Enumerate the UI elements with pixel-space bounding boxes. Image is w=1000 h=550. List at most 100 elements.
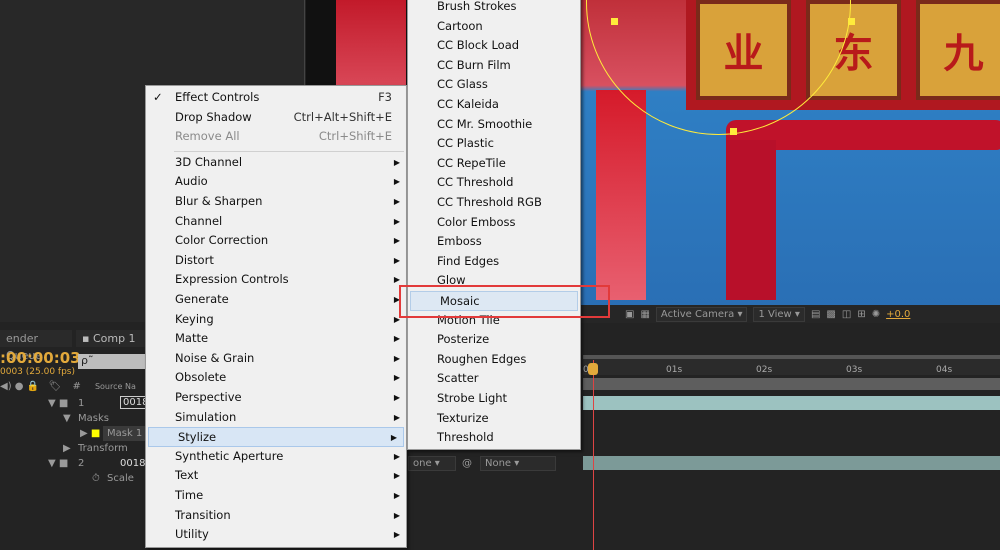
- submenu-item-strobe-light[interactable]: Strobe Light: [408, 389, 580, 409]
- submenu-item-roughen-edges[interactable]: Roughen Edges: [408, 350, 580, 370]
- submenu-item-cc-block-load[interactable]: CC Block Load: [408, 36, 580, 56]
- timeline-icon[interactable]: ◫: [842, 309, 851, 320]
- sign-char: 九: [916, 0, 1000, 100]
- layer-name[interactable]: 0018: [120, 456, 145, 471]
- menu-shortcut: F3: [378, 90, 392, 104]
- banner: [596, 90, 646, 300]
- menu-item-label: 3D Channel: [175, 154, 243, 169]
- submenu-item-cartoon[interactable]: Cartoon: [408, 17, 580, 37]
- menu-separator: [174, 150, 404, 152]
- menu-item-generate[interactable]: Generate ▶: [146, 290, 406, 310]
- menu-item-label: Expression Controls: [175, 272, 289, 287]
- menu-item-label: Transition: [175, 507, 231, 522]
- tab-render-queue[interactable]: ender Queue: [0, 330, 72, 362]
- transform-label: Transform: [78, 443, 128, 454]
- flowchart-icon[interactable]: ⊞: [857, 309, 865, 320]
- layer-bar-1[interactable]: [583, 396, 1000, 410]
- camera-label: Active Camera: [660, 308, 735, 320]
- submenu-arrow-icon: ▶: [393, 177, 400, 187]
- menu-item-label: Synthetic Aperture: [175, 448, 284, 463]
- menu-item-label: Blur & Sharpen: [175, 194, 263, 208]
- exposure-value[interactable]: +0.0: [886, 309, 910, 320]
- camera-dropdown[interactable]: Active Camera ▾: [655, 306, 748, 322]
- submenu-item-cc-threshold-rgb[interactable]: CC Threshold RGB: [408, 193, 580, 213]
- timecode[interactable]: :00:00:03: [0, 349, 81, 367]
- menu-item-label: Matte: [175, 331, 209, 346]
- submenu-item-cc-mr-smoothie[interactable]: CC Mr. Smoothie: [408, 115, 580, 135]
- toggle-pixel-icon[interactable]: ▤: [811, 309, 820, 320]
- submenu-item-brush-strokes[interactable]: Brush Strokes: [408, 0, 580, 17]
- tick-label: 02s: [756, 365, 773, 375]
- menu-item-label: Color Correction: [175, 233, 269, 248]
- submenu-arrow-icon: ▶: [393, 353, 400, 363]
- submenu-arrow-icon: ▶: [393, 157, 400, 167]
- region-icon[interactable]: ▣: [625, 309, 634, 320]
- menu-item-perspective[interactable]: Perspective ▶: [146, 388, 406, 408]
- menu-item-noise-grain[interactable]: Noise & Grain ▶: [146, 349, 406, 369]
- menu-item-3d-channel[interactable]: 3D Channel ▶: [146, 153, 406, 173]
- menu-item-audio[interactable]: Audio ▶: [146, 172, 406, 192]
- submenu-item-cc-burn-film[interactable]: CC Burn Film: [408, 56, 580, 76]
- tab-comp-1[interactable]: ▪ Comp 1: [76, 330, 146, 347]
- menu-item-drop-shadow[interactable]: Drop Shadow Ctrl+Alt+Shift+E: [146, 108, 406, 128]
- playhead[interactable]: [593, 360, 594, 550]
- submenu-item-emboss[interactable]: Emboss: [408, 232, 580, 252]
- views-dropdown[interactable]: 1 View ▾: [753, 306, 805, 322]
- menu-item-label: Drop Shadow: [175, 109, 252, 124]
- work-area-bar[interactable]: [583, 378, 1000, 390]
- menu-item-utility[interactable]: Utility ▶: [146, 525, 406, 545]
- time-ruler[interactable]: 00 01s 02s 03s 04s: [583, 355, 1000, 375]
- layer-num: 2: [78, 458, 85, 469]
- menu-item-remove-all[interactable]: Remove All Ctrl+Shift+E: [146, 127, 406, 147]
- submenu-arrow-icon: ▶: [393, 510, 400, 520]
- menu-item-transition[interactable]: Transition ▶: [146, 506, 406, 526]
- submenu-arrow-icon: ▶: [393, 373, 400, 383]
- layer-bar-2[interactable]: [583, 456, 1000, 470]
- parent-dropdown[interactable]: None ▾: [480, 456, 556, 471]
- mask-label[interactable]: Mask 1: [103, 426, 147, 441]
- search-input[interactable]: ρ˜: [78, 354, 148, 369]
- mask-handle[interactable]: [611, 18, 618, 25]
- views-label: 1 View: [758, 308, 792, 320]
- mask-handle[interactable]: [848, 18, 855, 25]
- mask-handle[interactable]: [730, 128, 737, 135]
- menu-item-expression-controls[interactable]: Expression Controls ▶: [146, 270, 406, 290]
- submenu-item-posterize[interactable]: Posterize: [408, 330, 580, 350]
- menu-item-effect-controls[interactable]: ✓ Effect Controls F3: [146, 88, 406, 108]
- submenu-arrow-icon: ▶: [393, 471, 400, 481]
- menu-item-text[interactable]: Text ▶: [146, 466, 406, 486]
- menu-item-color-correction[interactable]: Color Correction ▶: [146, 231, 406, 251]
- transparency-grid-icon[interactable]: ▦: [640, 309, 649, 320]
- submenu-item-texturize[interactable]: Texturize: [408, 409, 580, 429]
- menu-item-simulation[interactable]: Simulation ▶: [146, 408, 406, 428]
- submenu-arrow-icon: ▶: [393, 530, 400, 540]
- layer-num: 1: [78, 398, 85, 409]
- menu-item-blur-sharpen[interactable]: Blur & Sharpen ▶: [146, 192, 406, 212]
- submenu-item-scatter[interactable]: Scatter: [408, 369, 580, 389]
- submenu-item-cc-threshold[interactable]: CC Threshold: [408, 173, 580, 193]
- menu-item-obsolete[interactable]: Obsolete ▶: [146, 368, 406, 388]
- submenu-item-cc-repetile[interactable]: CC RepeTile: [408, 154, 580, 174]
- submenu-item-cc-plastic[interactable]: CC Plastic: [408, 134, 580, 154]
- parent-pickwhip-icon[interactable]: @: [462, 456, 472, 471]
- scale-label: Scale: [107, 473, 134, 484]
- menu-item-time[interactable]: Time ▶: [146, 486, 406, 506]
- menu-item-channel[interactable]: Channel ▶: [146, 212, 406, 232]
- menu-shortcut: Ctrl+Alt+Shift+E: [293, 109, 392, 124]
- fast-preview-icon[interactable]: ▩: [826, 309, 835, 320]
- menu-item-distort[interactable]: Distort ▶: [146, 251, 406, 271]
- menu-item-matte[interactable]: Matte ▶: [146, 329, 406, 349]
- menu-item-keying[interactable]: Keying ▶: [146, 310, 406, 330]
- submenu-item-cc-glass[interactable]: CC Glass: [408, 75, 580, 95]
- menu-item-stylize[interactable]: Stylize ▶: [148, 427, 404, 447]
- submenu-item-threshold[interactable]: Threshold: [408, 428, 580, 448]
- col-num: #: [72, 381, 81, 392]
- menu-item-synthetic-aperture[interactable]: Synthetic Aperture ▶: [146, 447, 406, 467]
- submenu-item-color-emboss[interactable]: Color Emboss: [408, 213, 580, 233]
- playhead-handle[interactable]: [588, 363, 598, 375]
- submenu-item-find-edges[interactable]: Find Edges: [408, 252, 580, 272]
- submenu-item-cc-kaleida[interactable]: CC Kaleida: [408, 95, 580, 115]
- tick-label: 04s: [936, 365, 953, 375]
- exposure-icon[interactable]: ✺: [872, 309, 880, 320]
- trkmat-dropdown[interactable]: one ▾: [408, 456, 456, 471]
